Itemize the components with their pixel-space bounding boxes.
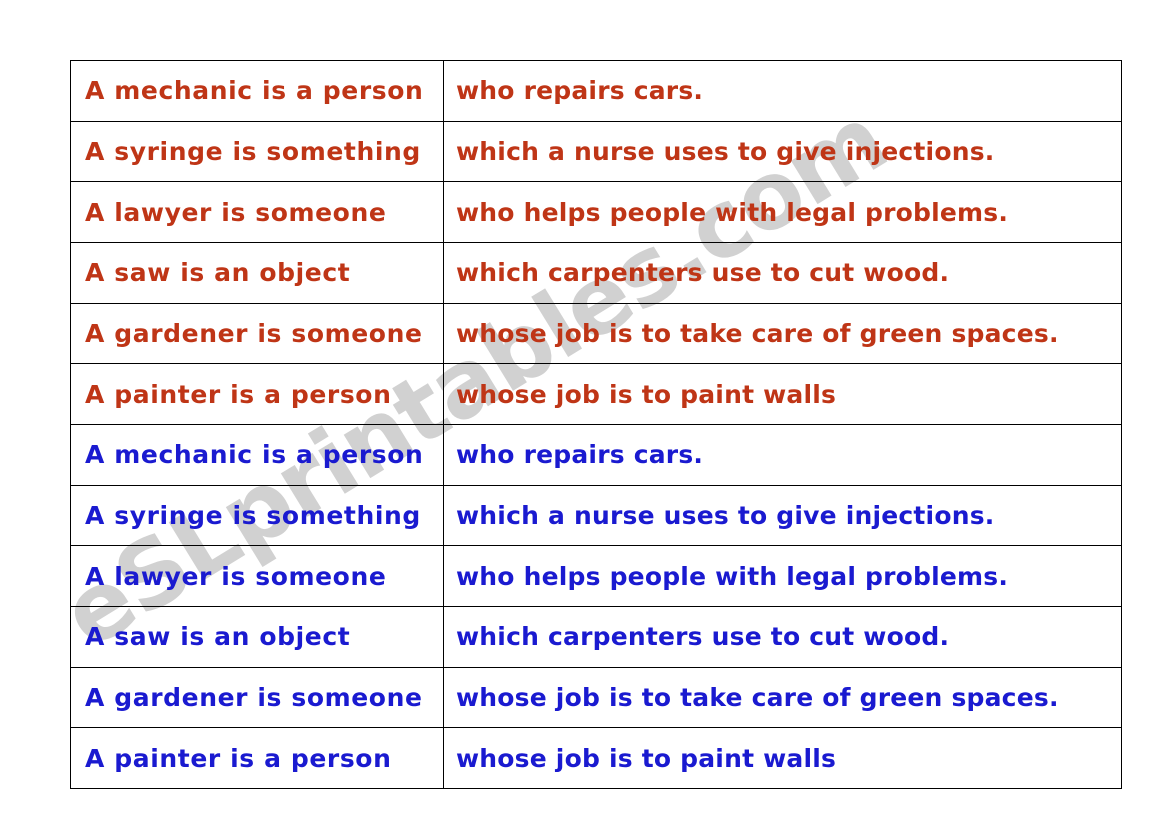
clause-text: who helps people with legal problems. bbox=[456, 561, 1009, 591]
subject-text: A painter is a person bbox=[85, 743, 392, 773]
cell-subject[interactable]: A syringe is something bbox=[70, 484, 444, 547]
subject-text: A lawyer is someone bbox=[85, 561, 387, 591]
cell-clause[interactable]: whose job is to paint walls bbox=[443, 363, 1122, 425]
table-row: A lawyer is someone who helps people with… bbox=[70, 545, 1122, 607]
subject-text: A lawyer is someone bbox=[85, 197, 387, 227]
subject-text: A syringe is something bbox=[85, 136, 421, 166]
table-row: A painter is a person whose job is to pai… bbox=[70, 727, 1122, 789]
subject-text: A gardener is someone bbox=[85, 318, 423, 348]
table-row: A syringe is something which a nurse uses… bbox=[70, 484, 1122, 547]
cell-clause[interactable]: whose job is to paint walls bbox=[443, 727, 1122, 789]
cell-subject[interactable]: A painter is a person bbox=[70, 727, 444, 789]
matching-activity-table: A mechanic is a person who repairs cars. A… bbox=[70, 60, 1122, 789]
cell-subject[interactable]: A saw is an object bbox=[70, 605, 444, 668]
cell-subject[interactable]: A syringe is something bbox=[70, 120, 444, 183]
cell-clause[interactable]: who helps people with legal problems. bbox=[443, 545, 1122, 607]
cell-subject[interactable]: A gardener is someone bbox=[70, 302, 444, 365]
table-row: A saw is an object which carpenters use t… bbox=[70, 241, 1122, 304]
clause-text: whose job is to paint walls bbox=[456, 379, 837, 409]
table-row: A lawyer is someone who helps people with… bbox=[70, 181, 1122, 243]
subject-text: A gardener is someone bbox=[85, 682, 423, 712]
subject-text: A saw is an object bbox=[85, 258, 351, 288]
clause-text: which carpenters use to cut wood. bbox=[456, 622, 950, 652]
subject-text: A syringe is something bbox=[85, 500, 421, 530]
cell-clause[interactable]: who helps people with legal problems. bbox=[443, 181, 1122, 243]
cell-subject[interactable]: A mechanic is a person bbox=[70, 423, 444, 486]
cell-clause[interactable]: who repairs cars. bbox=[443, 423, 1122, 486]
clause-text: whose job is to take care of green space… bbox=[456, 318, 1059, 348]
clause-text: which carpenters use to cut wood. bbox=[456, 258, 950, 288]
cell-subject[interactable]: A saw is an object bbox=[70, 241, 444, 304]
clause-text: whose job is to paint walls bbox=[456, 743, 837, 773]
cell-subject[interactable]: A painter is a person bbox=[70, 363, 444, 425]
cell-clause[interactable]: which a nurse uses to give injections. bbox=[443, 120, 1122, 183]
cell-clause[interactable]: which carpenters use to cut wood. bbox=[443, 605, 1122, 668]
table-row: A gardener is someone whose job is to tak… bbox=[70, 666, 1122, 729]
cell-clause[interactable]: whose job is to take care of green space… bbox=[443, 302, 1122, 365]
table-row: A mechanic is a person who repairs cars. bbox=[70, 423, 1122, 486]
table-row: A mechanic is a person who repairs cars. bbox=[70, 60, 1122, 122]
cell-subject[interactable]: A lawyer is someone bbox=[70, 545, 444, 607]
cell-clause[interactable]: which a nurse uses to give injections. bbox=[443, 484, 1122, 547]
cell-subject[interactable]: A mechanic is a person bbox=[70, 60, 444, 122]
subject-text: A saw is an object bbox=[85, 622, 351, 652]
table-row: A saw is an object which carpenters use t… bbox=[70, 605, 1122, 668]
cell-clause[interactable]: who repairs cars. bbox=[443, 60, 1122, 122]
clause-text: who repairs cars. bbox=[456, 76, 704, 106]
cell-clause[interactable]: whose job is to take care of green space… bbox=[443, 666, 1122, 729]
subject-text: A painter is a person bbox=[85, 379, 392, 409]
clause-text: which a nurse uses to give injections. bbox=[456, 136, 995, 166]
worksheet-page: eSLprintables.com A mechanic is a person… bbox=[0, 0, 1169, 821]
table-body: A mechanic is a person who repairs cars. A… bbox=[70, 60, 1122, 789]
clause-text: whose job is to take care of green space… bbox=[456, 682, 1059, 712]
table-row: A painter is a person whose job is to pai… bbox=[70, 363, 1122, 425]
table-row: A syringe is something which a nurse uses… bbox=[70, 120, 1122, 183]
cell-subject[interactable]: A gardener is someone bbox=[70, 666, 444, 729]
clause-text: which a nurse uses to give injections. bbox=[456, 500, 995, 530]
table-row: A gardener is someone whose job is to tak… bbox=[70, 302, 1122, 365]
cell-subject[interactable]: A lawyer is someone bbox=[70, 181, 444, 243]
clause-text: who helps people with legal problems. bbox=[456, 197, 1009, 227]
cell-clause[interactable]: which carpenters use to cut wood. bbox=[443, 241, 1122, 304]
subject-text: A mechanic is a person bbox=[85, 440, 424, 470]
clause-text: who repairs cars. bbox=[456, 440, 704, 470]
subject-text: A mechanic is a person bbox=[85, 76, 424, 106]
